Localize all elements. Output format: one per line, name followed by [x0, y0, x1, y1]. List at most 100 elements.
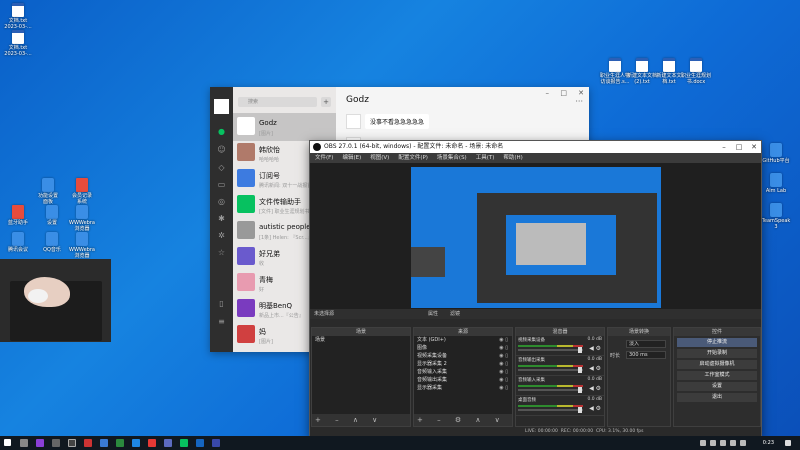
visibility-eye-icon[interactable]: ◉ ▯ — [499, 352, 508, 360]
volume-slider[interactable] — [518, 409, 583, 411]
desktop-icon[interactable]: 文档.txt 2023-03-... — [0, 30, 36, 57]
app-icon[interactable] — [36, 439, 44, 447]
app-icon[interactable] — [196, 439, 204, 447]
search-app-icon[interactable]: ✲ — [217, 231, 226, 240]
minimize-icon[interactable]: – — [717, 141, 731, 153]
visibility-eye-icon[interactable]: ◉ ▯ — [499, 368, 508, 376]
control-button[interactable]: 退出 — [677, 393, 757, 402]
maximize-icon[interactable]: □ — [560, 89, 567, 97]
properties-button[interactable]: 属性 — [428, 309, 438, 319]
filters-button[interactable]: 滤镜 — [450, 309, 460, 319]
menu-item[interactable]: 视图(V) — [370, 153, 389, 163]
tray-icon[interactable] — [740, 440, 746, 446]
contact-item[interactable]: Godz [图片] — [233, 113, 336, 141]
visibility-eye-icon[interactable]: ◉ ▯ — [499, 376, 508, 384]
source-item[interactable]: 显示器采集 2 ◉ ▯ — [414, 360, 512, 368]
settings-icon[interactable]: ≡ — [217, 317, 226, 326]
desktop-icon[interactable]: 文档.txt 2023-03-... — [0, 3, 36, 30]
desktop-icon[interactable]: TeamSpeak 3 — [758, 203, 794, 230]
close-icon[interactable]: ✕ — [747, 141, 761, 153]
desktop-icon[interactable]: WWWebra 浏览器 — [64, 232, 100, 259]
app-icon[interactable] — [84, 439, 92, 447]
control-button[interactable]: 停止推流 — [677, 338, 757, 347]
scenes-footer[interactable]: + – ∧ ∨ — [312, 414, 410, 426]
visibility-eye-icon[interactable]: ◉ ▯ — [499, 344, 508, 352]
menu-item[interactable]: 文件(F) — [315, 153, 333, 163]
favorites-icon[interactable]: ◇ — [217, 163, 226, 172]
chat-icon[interactable]: ● — [217, 127, 226, 136]
source-item[interactable]: 文本 (GDI+) ◉ ▯ — [414, 336, 512, 344]
menu-item[interactable]: 场景集合(S) — [437, 153, 467, 163]
speaker-icon[interactable]: ◀ ⚙ — [589, 405, 601, 412]
source-item[interactable]: 音频输入采集 ◉ ▯ — [414, 368, 512, 376]
source-item[interactable]: 视频采集设备 ◉ ▯ — [414, 352, 512, 360]
desktop-icon[interactable]: 功能设置 面板 — [30, 178, 66, 205]
volume-slider[interactable] — [518, 369, 583, 371]
obs-taskbar-icon[interactable] — [68, 439, 76, 447]
volume-slider-knob[interactable] — [578, 407, 582, 413]
menu-item[interactable]: 配置文件(P) — [398, 153, 428, 163]
volume-slider[interactable] — [518, 349, 583, 351]
sources-footer[interactable]: + – ⚙ ∧ ∨ — [414, 414, 512, 426]
phone-icon[interactable]: ▯ — [217, 299, 226, 308]
control-button[interactable]: 启动虚拟摄像机 — [677, 360, 757, 369]
app-icon[interactable] — [116, 439, 124, 447]
message-bubble[interactable]: 没事不看急急急急急 — [365, 114, 430, 129]
desktop-icon[interactable]: Aim Lab — [758, 173, 794, 194]
speaker-icon[interactable]: ◀ ⚙ — [589, 365, 601, 372]
taskbar-clock[interactable]: 0:23 — [763, 436, 774, 450]
desktop-icon[interactable]: 会员记录 系统 — [64, 178, 100, 205]
moments-icon[interactable]: ◎ — [217, 197, 226, 206]
minimize-icon[interactable]: – — [546, 89, 550, 97]
speaker-icon[interactable]: ◀ ⚙ — [589, 345, 601, 352]
folder-icon[interactable]: ▭ — [217, 180, 226, 189]
tray-icon[interactable] — [720, 440, 726, 446]
app-icon[interactable] — [212, 439, 220, 447]
volume-slider-knob[interactable] — [578, 347, 582, 353]
scene-item[interactable]: 场景 — [312, 336, 410, 344]
volume-slider-knob[interactable] — [578, 387, 582, 393]
close-icon[interactable]: ✕ — [578, 89, 584, 97]
duration-input[interactable]: 300 ms — [626, 351, 666, 359]
user-avatar[interactable] — [214, 99, 229, 114]
transition-select[interactable]: 淡入 — [626, 340, 666, 348]
menu-item[interactable]: 编辑(E) — [342, 153, 361, 163]
app-icon[interactable] — [52, 439, 60, 447]
desktop-icon[interactable]: 蓝牙助手 — [0, 205, 36, 226]
preview-canvas[interactable] — [411, 167, 661, 308]
more-icon[interactable]: ··· — [575, 97, 583, 106]
preview-area[interactable] — [310, 163, 761, 309]
channels-icon[interactable]: ✱ — [217, 214, 226, 223]
search-input[interactable]: 搜索 — [238, 97, 317, 107]
desktop-icon[interactable]: 腾讯会议 — [0, 232, 36, 253]
windows-start-icon[interactable] — [4, 439, 11, 446]
app-icon[interactable] — [148, 439, 156, 447]
source-item[interactable]: 音频输出采集 ◉ ▯ — [414, 376, 512, 384]
source-item[interactable]: 图像 ◉ ▯ — [414, 344, 512, 352]
miniprogram-icon[interactable]: ☆ — [217, 248, 226, 257]
app-icon[interactable] — [164, 439, 172, 447]
menu-item[interactable]: 帮助(H) — [503, 153, 522, 163]
visibility-eye-icon[interactable]: ◉ ▯ — [499, 336, 508, 344]
app-icon[interactable] — [100, 439, 108, 447]
maximize-icon[interactable]: □ — [732, 141, 746, 153]
menu-item[interactable]: 工具(T) — [476, 153, 495, 163]
wechat-taskbar-icon[interactable] — [180, 439, 188, 447]
source-item[interactable]: 显示器采集 ◉ ▯ — [414, 384, 512, 392]
tray-icon[interactable] — [700, 440, 706, 446]
desktop-icon[interactable]: GitHub平台 — [758, 143, 794, 164]
visibility-eye-icon[interactable]: ◉ ▯ — [499, 360, 508, 368]
add-chat-button[interactable]: + — [321, 97, 331, 107]
desktop-icon[interactable]: WWWebra 浏览器 — [64, 205, 100, 232]
search-icon[interactable] — [20, 439, 28, 447]
notification-icon[interactable] — [785, 440, 791, 446]
control-button[interactable]: 开始录制 — [677, 349, 757, 358]
tray-icon[interactable] — [710, 440, 716, 446]
volume-slider[interactable] — [518, 389, 583, 391]
speaker-icon[interactable]: ◀ ⚙ — [589, 385, 601, 392]
contacts-icon[interactable]: ☺ — [217, 145, 226, 154]
control-button[interactable]: 设置 — [677, 382, 757, 391]
app-icon[interactable] — [132, 439, 140, 447]
desktop-icon[interactable]: 职业生涯规划 书.docx — [678, 58, 714, 85]
visibility-eye-icon[interactable]: ◉ ▯ — [499, 384, 508, 392]
